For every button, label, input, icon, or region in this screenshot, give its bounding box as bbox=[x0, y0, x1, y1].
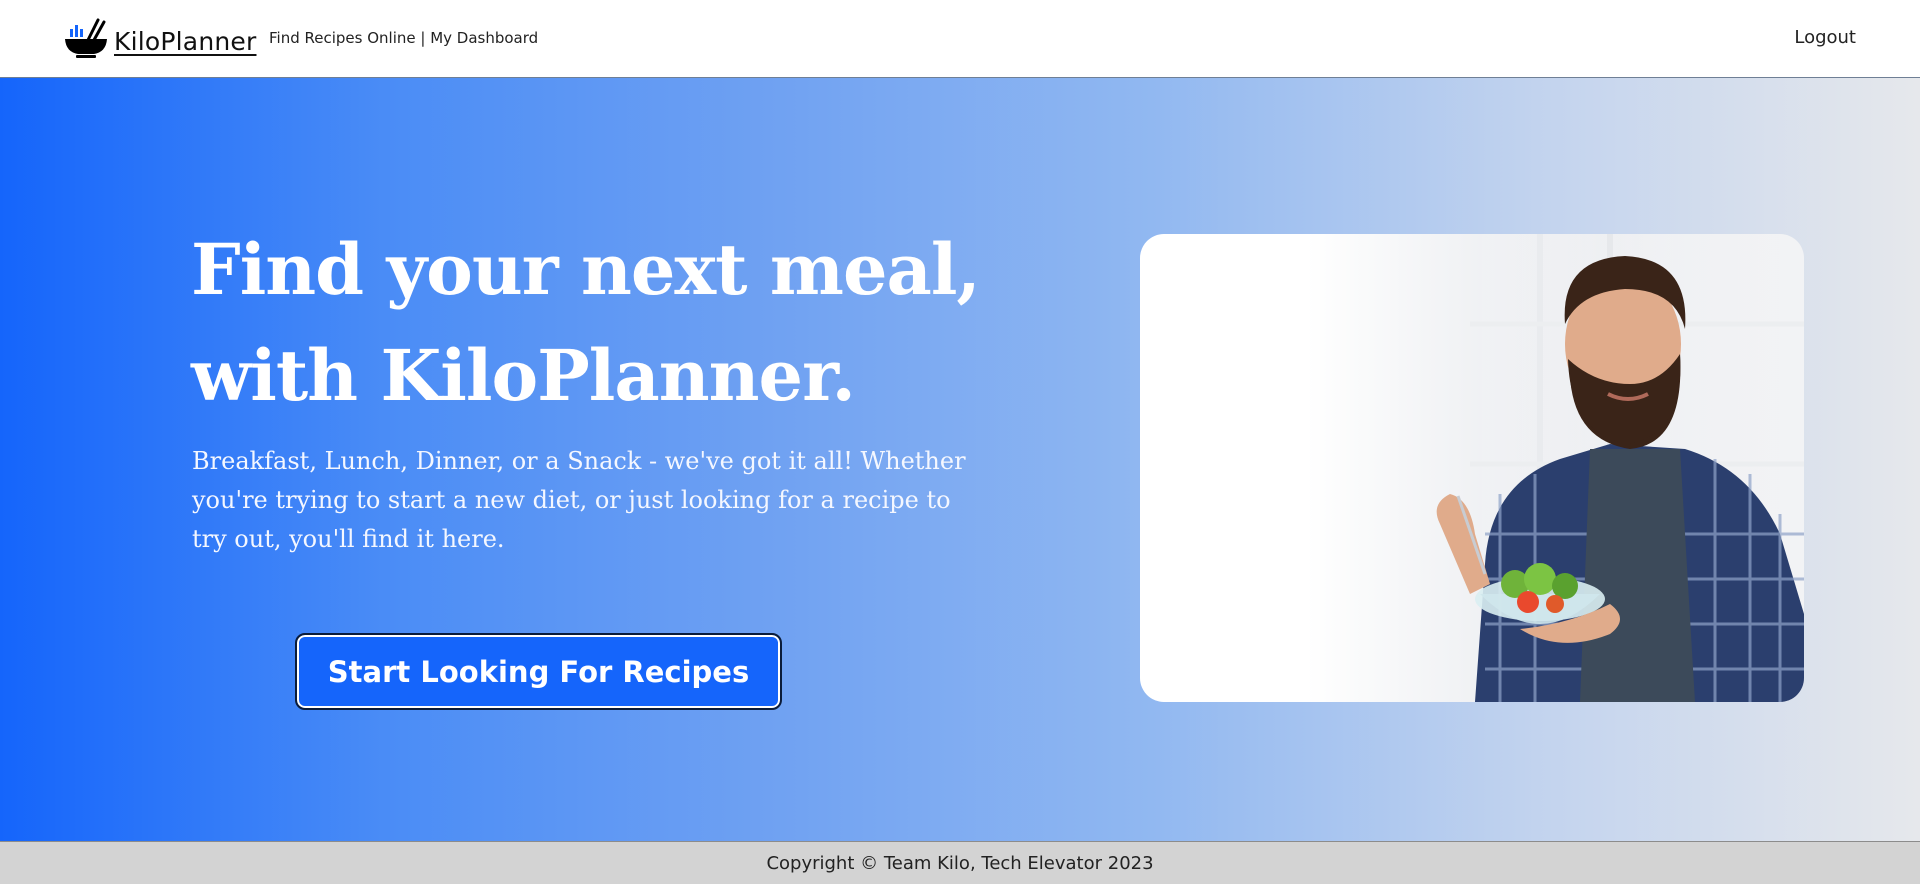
hero-image bbox=[1140, 234, 1804, 702]
hero-headline-line1: Find your next meal, bbox=[191, 228, 981, 311]
hero-section: Find your next meal, with KiloPlanner. B… bbox=[0, 78, 1920, 841]
hero-headline: Find your next meal, with KiloPlanner. bbox=[191, 217, 1091, 429]
bowl-chopsticks-logo-icon bbox=[64, 18, 108, 65]
hero-subtext: Breakfast, Lunch, Dinner, or a Snack - w… bbox=[192, 447, 966, 553]
header-nav-links: Find Recipes Online | My Dashboard bbox=[269, 29, 538, 47]
top-navbar: KiloPlanner Find Recipes Online | My Das… bbox=[0, 0, 1920, 78]
logout-link[interactable]: Logout bbox=[1794, 27, 1856, 48]
nav-separator: | bbox=[415, 29, 431, 47]
start-looking-button[interactable]: Start Looking For Recipes bbox=[295, 633, 782, 710]
footer: Copyright © Team Kilo, Tech Elevator 202… bbox=[0, 841, 1920, 884]
nav-link-find-recipes[interactable]: Find Recipes Online bbox=[269, 29, 416, 47]
nav-link-dashboard[interactable]: My Dashboard bbox=[430, 29, 538, 47]
hero-headline-line2: with KiloPlanner. bbox=[191, 334, 856, 417]
copyright-text: Copyright © Team Kilo, Tech Elevator 202… bbox=[766, 852, 1154, 874]
brand-name: KiloPlanner bbox=[114, 27, 257, 56]
man-eating-salad-illustration bbox=[1436, 234, 1804, 702]
brand-link[interactable]: KiloPlanner bbox=[64, 18, 256, 65]
